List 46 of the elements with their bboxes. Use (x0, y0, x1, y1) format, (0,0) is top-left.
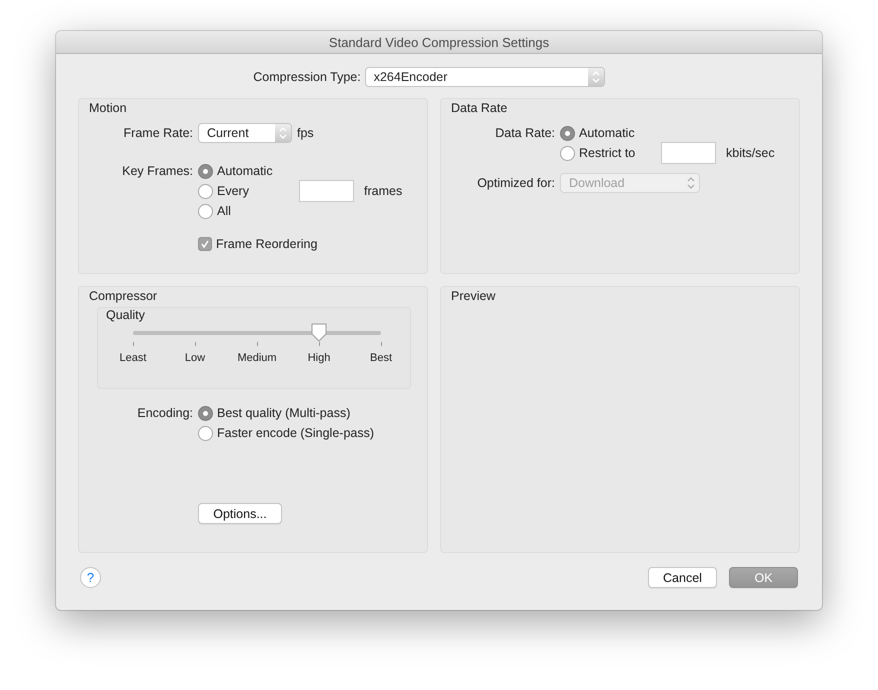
radio-button[interactable] (198, 426, 213, 440)
dialog-button[interactable]: Cancel (648, 567, 717, 588)
unit-label: frames (364, 184, 402, 198)
options-button[interactable]: Options... (198, 503, 282, 524)
radio-button[interactable] (560, 126, 575, 140)
panel-title: Preview (451, 289, 496, 303)
input-field[interactable] (661, 142, 716, 164)
help-button[interactable]: ? (80, 567, 101, 588)
compression-type-dropdown[interactable]: x264Encoder (364, 67, 605, 87)
panel-title: Motion (89, 101, 127, 115)
tick-label: Medium (237, 352, 277, 364)
unit-label: kbits/sec (726, 146, 775, 160)
frame-rate-dropdown[interactable]: Current (198, 123, 292, 143)
radio-button[interactable] (198, 406, 213, 420)
radio-button[interactable] (198, 204, 213, 218)
slider-thumb[interactable] (310, 323, 328, 343)
radio-button[interactable] (198, 184, 213, 198)
radio-label: Faster encode (Single-pass) (217, 426, 374, 440)
panel-title: Data Rate (451, 101, 508, 115)
stepper-icon (275, 124, 291, 142)
radio-label: Automatic (217, 164, 274, 178)
stepper-icon (588, 68, 604, 86)
checkmark-icon (200, 239, 210, 249)
radio-button[interactable] (198, 164, 213, 178)
tick-label: Least (120, 352, 146, 364)
radio-label: Restrict to (579, 146, 636, 160)
radio-label: Every (217, 184, 250, 198)
radio-label: Automatic (579, 126, 636, 140)
checkbox-label: Frame Reordering (216, 237, 318, 251)
window-title: Standard Video Compression Settings (56, 31, 822, 54)
unit-label: fps (297, 125, 314, 142)
tick-label: High (308, 352, 330, 364)
radio-label: Best quality (Multi-pass) (217, 406, 350, 420)
tick-label: Low (184, 352, 206, 364)
radio-label: All (217, 204, 232, 218)
field-label: Data Rate: (494, 125, 555, 142)
field-label: Encoding: (136, 405, 193, 422)
field-label: Compression Type: (253, 70, 361, 84)
tick-label: Best (370, 352, 392, 364)
field-label: Optimized for: (476, 175, 555, 192)
field-label: Key Frames: (121, 163, 193, 180)
group-title: Quality (106, 308, 145, 322)
field-label: Frame Rate: (122, 125, 193, 142)
panel-title: Compressor (89, 289, 158, 303)
radio-button[interactable] (560, 146, 575, 160)
input-field[interactable] (299, 180, 354, 202)
